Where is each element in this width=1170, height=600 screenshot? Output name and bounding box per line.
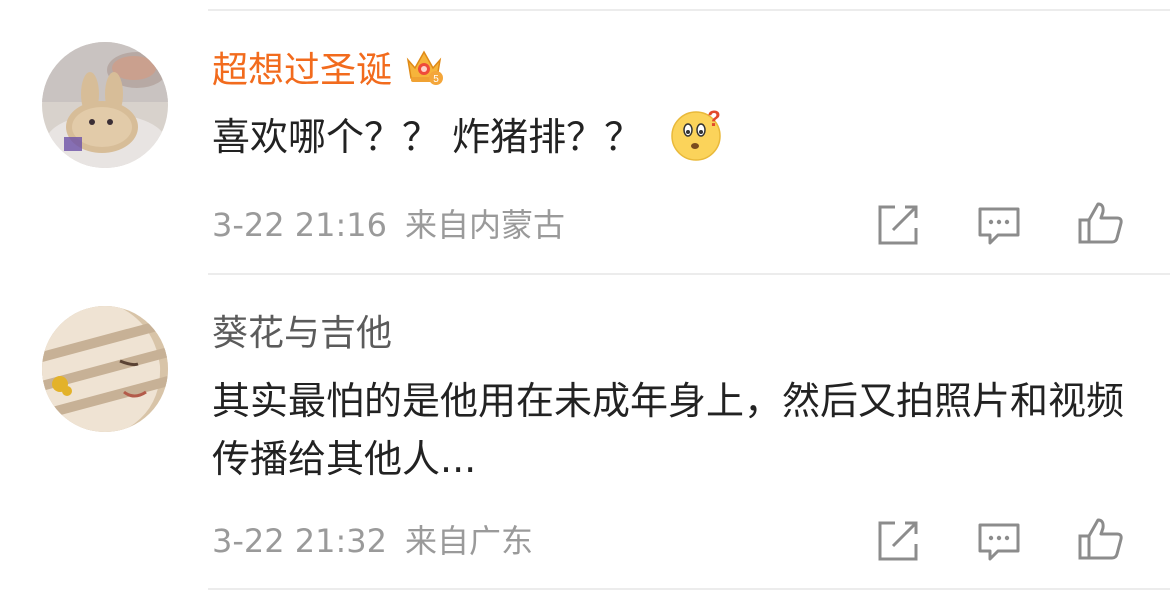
location: 来自广东 bbox=[405, 522, 534, 560]
username-text[interactable]: 葵花与吉他 bbox=[212, 313, 392, 354]
avatar[interactable] bbox=[42, 306, 168, 432]
comment-divider bbox=[208, 273, 1170, 275]
avatar[interactable] bbox=[42, 42, 168, 168]
bottom-divider bbox=[208, 588, 1170, 590]
share-icon[interactable] bbox=[873, 200, 923, 250]
svg-text:5: 5 bbox=[433, 74, 439, 85]
username-text[interactable]: 超想过圣诞 bbox=[212, 50, 392, 91]
share-icon[interactable] bbox=[873, 516, 923, 566]
svg-text:?: ? bbox=[707, 106, 720, 131]
comment-meta: 3-22 21:16 来自内蒙古 bbox=[212, 205, 565, 245]
comment-icon[interactable] bbox=[974, 516, 1024, 566]
comment-list: 超想过圣诞 5 喜欢哪个？？ 炸猪排？？ ? 3-22 21:16 来自内蒙古 … bbox=[0, 0, 1170, 600]
username[interactable]: 葵花与吉他 bbox=[212, 312, 392, 356]
comment-text-content: 其实最怕的是他用在未成年身上，然后又拍照片和视频传播给其他人... bbox=[212, 379, 1125, 481]
comment-text: 喜欢哪个？？ 炸猪排？？ ? bbox=[212, 106, 1142, 166]
timestamp: 3-22 21:32 bbox=[212, 522, 388, 560]
location: 来自内蒙古 bbox=[405, 206, 566, 244]
comment-text: 其实最怕的是他用在未成年身上，然后又拍照片和视频传播给其他人... bbox=[212, 372, 1142, 488]
confused-face-emoji-icon: ? bbox=[668, 106, 724, 162]
timestamp: 3-22 21:16 bbox=[212, 206, 388, 244]
vip-crown-icon: 5 bbox=[402, 44, 446, 88]
username[interactable]: 超想过圣诞 5 bbox=[212, 44, 446, 93]
top-divider bbox=[208, 9, 1170, 11]
comment-text-content: 喜欢哪个？？ 炸猪排？？ bbox=[212, 115, 643, 159]
like-icon[interactable] bbox=[1076, 514, 1126, 564]
comment-icon[interactable] bbox=[974, 200, 1024, 250]
like-icon[interactable] bbox=[1076, 198, 1126, 248]
comment-meta: 3-22 21:32 来自广东 bbox=[212, 521, 533, 561]
